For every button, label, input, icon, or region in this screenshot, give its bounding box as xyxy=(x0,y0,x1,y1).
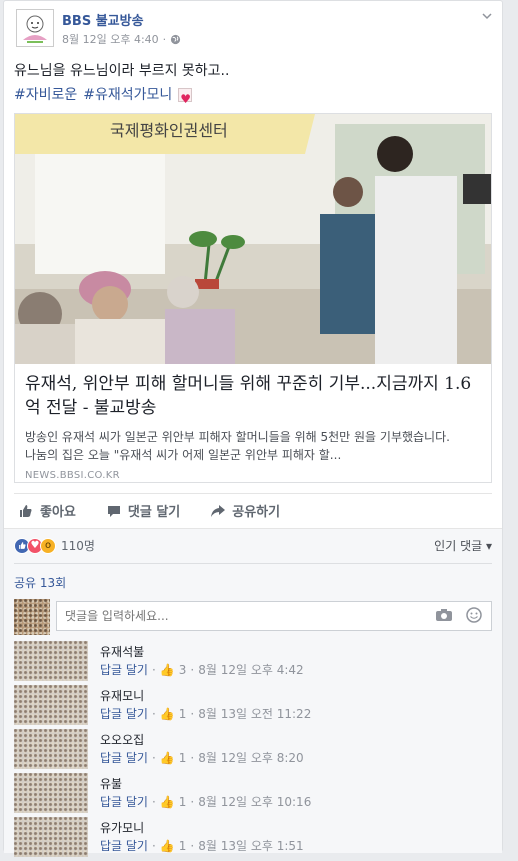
comment-item: 유가모니 답글 달기 · 👍 1 · 8월 13일 오후 1:51 xyxy=(14,817,492,861)
hashtag[interactable]: #자비로운 xyxy=(14,83,77,107)
article-photo[interactable]: 국제평화인권센터 xyxy=(15,114,491,364)
link-preview[interactable]: 국제평화인권센터 유재석, 위안부 피해 할머니들 위해 꾸준히 기부...지금… xyxy=(14,113,492,483)
avatar[interactable] xyxy=(14,817,88,857)
comment-meta: 답글 달기 · 👍 1 · 8월 13일 오전 11:22 xyxy=(100,705,312,722)
reaction-count[interactable]: 110명 xyxy=(61,537,95,554)
avatar xyxy=(14,599,50,635)
reply-button[interactable]: 답글 달기 xyxy=(100,705,148,722)
comment-author[interactable]: 오오오집 xyxy=(100,731,144,748)
comment-time[interactable]: 8월 13일 오전 11:22 xyxy=(198,705,311,722)
post-text: 유느님을 유느님이라 부르지 못하고.. xyxy=(14,63,230,79)
sort-label: 인기 댓글 xyxy=(434,539,483,553)
comment-list: 유재석불 답글 달기 · 👍 3 · 8월 12일 오후 4:42 유재모니 답… xyxy=(14,641,492,861)
share-count[interactable]: 공유 13회 xyxy=(14,574,66,591)
hashtag[interactable]: #유재석가모니 xyxy=(83,83,172,107)
link-description: 방송인 유재석 씨가 일본군 위안부 피해자 할머니들을 위해 5천만 원을 기… xyxy=(25,428,481,464)
comment-input[interactable] xyxy=(56,601,492,631)
divider xyxy=(14,563,492,564)
camera-icon[interactable] xyxy=(436,609,452,621)
link-description-line: 나눔의 집은 오늘 "유재석 씨가 어제 일본군 위안부 피해자 할... xyxy=(25,448,342,462)
post-header: BBS 불교방송 8월 12일 오후 4:40 · xyxy=(14,7,494,49)
post-card: BBS 불교방송 8월 12일 오후 4:40 · 유느님을 유느님이라 부르지… xyxy=(3,0,503,857)
reactions-bar: ♥ o 110명 인기 댓글 ▾ xyxy=(14,537,492,554)
chevron-down-icon[interactable] xyxy=(480,9,494,23)
post-tags: #자비로운 #유재석가모니 xyxy=(14,83,193,111)
like-icon[interactable]: 👍 xyxy=(160,839,175,853)
avatar[interactable] xyxy=(14,773,88,813)
reply-button[interactable]: 답글 달기 xyxy=(100,749,148,766)
photo-banner: 국제평화인권센터 xyxy=(110,121,228,140)
avatar[interactable] xyxy=(14,729,88,769)
page-avatar[interactable] xyxy=(16,9,54,47)
globe-icon xyxy=(171,34,181,44)
like-icon[interactable]: 👍 xyxy=(160,663,175,677)
avatar[interactable] xyxy=(14,641,88,681)
comment-like-count[interactable]: 3 xyxy=(179,663,187,677)
comment-meta: 답글 달기 · 👍 1 · 8월 13일 오후 1:51 xyxy=(100,837,304,854)
link-title[interactable]: 유재석, 위안부 피해 할머니들 위해 꾸준히 기부...지금까지 1.6억 전… xyxy=(25,372,481,420)
smiley-icon[interactable] xyxy=(466,607,482,623)
comment-meta: 답글 달기 · 👍 1 · 8월 12일 오후 10:16 xyxy=(100,793,312,810)
like-icon[interactable]: 👍 xyxy=(160,751,175,765)
comment-item: 유불 답글 달기 · 👍 1 · 8월 12일 오후 10:16 xyxy=(14,773,492,817)
link-source: NEWS.BBSI.CO.KR xyxy=(25,470,120,481)
comment-time[interactable]: 8월 12일 오후 10:16 xyxy=(198,793,311,810)
comment-item: 유재석불 답글 달기 · 👍 3 · 8월 12일 오후 4:42 xyxy=(14,641,492,685)
comment-author[interactable]: 유가모니 xyxy=(100,819,144,836)
heart-emoji-icon xyxy=(178,87,193,111)
share-button[interactable]: 공유하기 xyxy=(210,501,280,520)
reply-button[interactable]: 답글 달기 xyxy=(100,793,148,810)
post-meta: 8월 12일 오후 4:40 · xyxy=(62,31,181,47)
wow-reaction-icon[interactable]: o xyxy=(40,537,56,554)
comment-author[interactable]: 유불 xyxy=(100,775,122,792)
post-actions: 좋아요 댓글 달기 공유하기 xyxy=(14,493,492,527)
comment-item: 유재모니 답글 달기 · 👍 1 · 8월 13일 오전 11:22 xyxy=(14,685,492,729)
comment-like-count[interactable]: 1 xyxy=(179,707,187,721)
reply-button[interactable]: 답글 달기 xyxy=(100,837,148,854)
comment-meta: 답글 달기 · 👍 3 · 8월 12일 오후 4:42 xyxy=(100,661,304,678)
share-label: 공유하기 xyxy=(232,505,281,520)
post-date[interactable]: 8월 12일 오후 4:40 xyxy=(62,31,159,47)
like-icon[interactable]: 👍 xyxy=(160,707,175,721)
comment-icon xyxy=(107,505,120,517)
page-name[interactable]: BBS 불교방송 xyxy=(62,10,144,29)
comment-button[interactable]: 댓글 달기 xyxy=(106,501,180,520)
comment-meta: 답글 달기 · 👍 1 · 8월 12일 오후 8:20 xyxy=(100,749,304,766)
comment-time[interactable]: 8월 13일 오후 1:51 xyxy=(198,837,303,854)
comment-time[interactable]: 8월 12일 오후 4:42 xyxy=(198,661,303,678)
comment-sort-dropdown[interactable]: 인기 댓글 ▾ xyxy=(434,537,492,554)
like-label: 좋아요 xyxy=(40,505,76,520)
link-description-line: 방송인 유재석 씨가 일본군 위안부 피해자 할머니들을 위해 5천만 원을 기… xyxy=(25,430,450,444)
like-button[interactable]: 좋아요 xyxy=(18,501,76,520)
comment-time[interactable]: 8월 12일 오후 8:20 xyxy=(198,749,303,766)
like-icon xyxy=(20,504,32,517)
comment-label: 댓글 달기 xyxy=(127,505,181,520)
comment-like-count[interactable]: 1 xyxy=(179,795,187,809)
comment-composer xyxy=(14,599,492,637)
comment-author[interactable]: 유재모니 xyxy=(100,687,144,704)
like-icon[interactable]: 👍 xyxy=(160,795,175,809)
share-icon xyxy=(211,504,226,517)
comments-section: ♥ o 110명 인기 댓글 ▾ 공유 13회 댓글을 입력하세요... 유재석… xyxy=(4,528,502,857)
reply-button[interactable]: 답글 달기 xyxy=(100,661,148,678)
comment-like-count[interactable]: 1 xyxy=(179,839,187,853)
comment-item: 오오오집 답글 달기 · 👍 1 · 8월 12일 오후 8:20 xyxy=(14,729,492,773)
avatar[interactable] xyxy=(14,685,88,725)
comment-author[interactable]: 유재석불 xyxy=(100,643,144,660)
comment-like-count[interactable]: 1 xyxy=(179,751,187,765)
